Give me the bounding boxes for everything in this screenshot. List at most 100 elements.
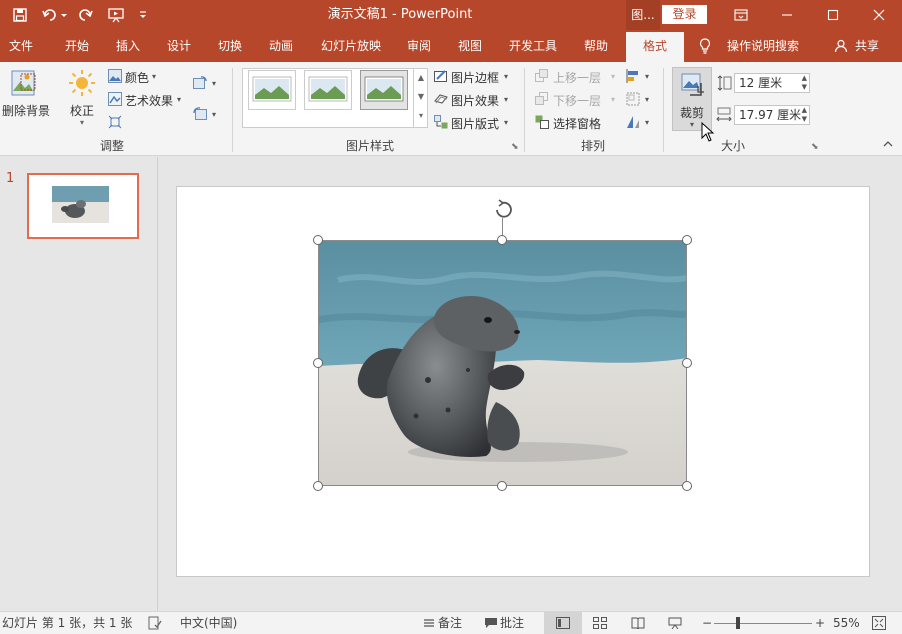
rotate-icon[interactable]: [626, 115, 640, 129]
dialog-launcher-icon[interactable]: ⬊: [511, 142, 519, 152]
change-picture-dropdown-icon[interactable]: ▾: [212, 79, 216, 88]
accessibility-check-icon[interactable]: [148, 612, 162, 634]
rotate-dropdown-icon[interactable]: ▾: [645, 118, 649, 127]
tab-format[interactable]: 格式: [626, 32, 684, 62]
slide-sorter-icon[interactable]: [593, 612, 607, 634]
minimize-icon[interactable]: [764, 0, 810, 30]
redo-icon[interactable]: [75, 0, 97, 30]
tab-review[interactable]: 审阅: [398, 30, 440, 62]
tab-help[interactable]: 帮助: [574, 30, 618, 62]
correct-button[interactable]: 校正: [70, 102, 94, 119]
align-dropdown-icon[interactable]: ▾: [645, 72, 649, 81]
remove-background-icon[interactable]: [9, 70, 43, 100]
save-icon[interactable]: [9, 0, 31, 30]
customize-qat-icon[interactable]: [132, 0, 154, 30]
undo-icon[interactable]: [40, 0, 70, 30]
resize-handle-top-left[interactable]: [313, 235, 323, 245]
height-input[interactable]: 12 厘米 ▲ ▼: [734, 73, 810, 93]
normal-view-icon[interactable]: [544, 612, 582, 634]
width-input[interactable]: 17.97 厘米 ▲ ▼: [734, 105, 810, 125]
zoom-slider-thumb[interactable]: [736, 617, 740, 629]
artistic-dropdown-icon[interactable]: ▾: [177, 95, 181, 104]
resize-handle-left[interactable]: [313, 358, 323, 368]
login-button[interactable]: 登录: [662, 5, 707, 24]
notes-button[interactable]: 备注: [438, 612, 462, 634]
picture-effects-button[interactable]: 图片效果: [451, 92, 499, 109]
picture-layout-button[interactable]: 图片版式: [451, 115, 499, 132]
picture-style-3[interactable]: [360, 70, 408, 110]
slideshow-view-icon[interactable]: [668, 612, 682, 634]
bring-forward-dropdown-icon[interactable]: ▾: [611, 72, 615, 81]
artistic-effects-button[interactable]: 艺术效果: [125, 92, 173, 109]
picture-layout-dropdown-icon[interactable]: ▾: [504, 118, 508, 127]
reset-picture-icon[interactable]: [193, 107, 207, 121]
picture-layout-icon[interactable]: [434, 115, 448, 129]
artistic-effects-icon[interactable]: [108, 92, 122, 106]
picture-style-1[interactable]: [248, 70, 296, 110]
tab-slideshow[interactable]: 幻灯片放映: [315, 30, 387, 62]
resize-handle-top-right[interactable]: [682, 235, 692, 245]
maximize-icon[interactable]: [810, 0, 856, 30]
tab-file[interactable]: 文件: [0, 30, 42, 62]
resize-handle-bottom-left[interactable]: [313, 481, 323, 491]
slide[interactable]: [176, 186, 870, 577]
change-picture-icon[interactable]: [193, 76, 207, 90]
tab-view[interactable]: 视图: [448, 30, 492, 62]
crop-dropdown-icon[interactable]: ▾: [690, 120, 694, 129]
slide-thumbnail[interactable]: [27, 173, 139, 239]
tab-design[interactable]: 设计: [157, 30, 201, 62]
group-dropdown-icon[interactable]: ▾: [645, 95, 649, 104]
picture-effects-icon[interactable]: [434, 92, 448, 106]
resize-handle-top[interactable]: [497, 235, 507, 245]
remove-background-button[interactable]: 删除背景: [2, 102, 50, 119]
picture-border-button[interactable]: 图片边框: [451, 69, 499, 86]
group-objects-icon[interactable]: [626, 92, 640, 106]
zoom-in-button[interactable]: +: [815, 612, 825, 634]
tab-developer[interactable]: 开发工具: [502, 30, 564, 62]
ribbon-display-icon[interactable]: [718, 0, 764, 30]
comments-button[interactable]: 批注: [500, 612, 524, 634]
language-indicator[interactable]: 中文(中国): [180, 612, 237, 634]
picture-border-dropdown-icon[interactable]: ▾: [504, 72, 508, 81]
picture-effects-dropdown-icon[interactable]: ▾: [504, 95, 508, 104]
share-button[interactable]: 共享: [852, 30, 882, 62]
color-button[interactable]: 颜色: [125, 69, 149, 86]
selection-pane-icon[interactable]: [535, 115, 549, 129]
tab-home[interactable]: 开始: [54, 30, 100, 62]
color-icon[interactable]: [108, 69, 122, 83]
tab-insert[interactable]: 插入: [106, 30, 150, 62]
size-dialog-launcher-icon[interactable]: ⬊: [811, 142, 819, 152]
picture-style-2[interactable]: [304, 70, 352, 110]
send-backward-button[interactable]: 下移一层: [553, 92, 601, 109]
gallery-scroll[interactable]: ▲ ▼ ▾: [413, 68, 428, 128]
tell-me-search[interactable]: 操作说明搜索: [724, 30, 802, 62]
resize-handle-right[interactable]: [682, 358, 692, 368]
resize-handle-bottom-right[interactable]: [682, 481, 692, 491]
resize-handle-bottom[interactable]: [497, 481, 507, 491]
fit-slide-icon[interactable]: [872, 612, 886, 634]
reading-view-icon[interactable]: [631, 612, 645, 634]
correct-sun-icon[interactable]: [67, 68, 97, 98]
comments-icon[interactable]: [484, 612, 498, 634]
zoom-out-button[interactable]: −: [702, 612, 712, 634]
reset-picture-dropdown-icon[interactable]: ▾: [212, 110, 216, 119]
bring-forward-button[interactable]: 上移一层: [553, 69, 601, 86]
align-icon[interactable]: [626, 69, 640, 83]
notes-icon[interactable]: [423, 612, 435, 634]
tab-transitions[interactable]: 切换: [208, 30, 252, 62]
selection-pane-button[interactable]: 选择窗格: [553, 115, 601, 132]
collapse-ribbon-icon[interactable]: [882, 138, 894, 150]
start-from-beginning-icon[interactable]: [104, 0, 128, 30]
send-backward-dropdown-icon[interactable]: ▾: [611, 95, 615, 104]
tab-animations[interactable]: 动画: [259, 30, 303, 62]
close-icon[interactable]: [856, 0, 902, 30]
rotate-handle-icon[interactable]: [491, 198, 515, 220]
lightbulb-icon[interactable]: [698, 30, 712, 62]
color-dropdown-icon[interactable]: ▾: [152, 72, 156, 81]
compress-pictures-icon[interactable]: [108, 115, 122, 129]
zoom-level[interactable]: 55%: [833, 612, 860, 634]
correct-dropdown-icon[interactable]: ▾: [80, 118, 84, 127]
height-spinner[interactable]: ▲ ▼: [802, 74, 807, 92]
zoom-slider-track[interactable]: [714, 623, 812, 624]
picture-border-icon[interactable]: [434, 69, 448, 83]
